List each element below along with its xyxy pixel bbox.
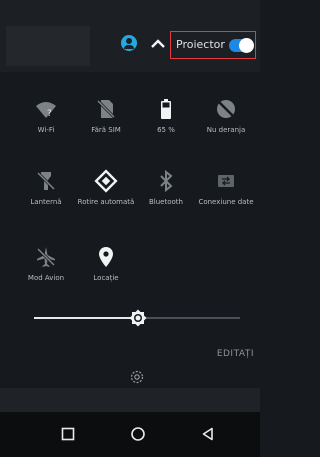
home-circle-icon[interactable]	[130, 426, 146, 442]
projector-toggle[interactable]	[229, 38, 254, 53]
tile-do-not-disturb[interactable]: Nu deranja	[194, 97, 258, 135]
tile-label: Mod Avion	[27, 274, 65, 282]
bluetooth-icon	[160, 169, 173, 193]
tile-location[interactable]: Locație	[74, 245, 138, 283]
status-header: Proiector	[0, 0, 260, 72]
edit-button[interactable]: EDITAȚI	[217, 349, 254, 359]
tile-auto-rotate[interactable]: Rotire automată	[74, 169, 138, 207]
brightness-icon[interactable]	[128, 308, 148, 328]
auto-rotate-icon	[94, 169, 118, 193]
wifi-icon: ?	[36, 102, 56, 119]
tile-label: Locație	[93, 274, 119, 282]
tile-label: Conexiune date	[198, 198, 254, 206]
tile-bluetooth[interactable]: Bluetooth	[134, 169, 198, 207]
chevron-up-icon[interactable]	[149, 35, 167, 53]
tile-wifi[interactable]: ? Wi-Fi	[14, 97, 78, 135]
svg-text:?: ?	[47, 109, 52, 119]
recents-square-icon[interactable]	[60, 426, 76, 442]
tile-mobile-data[interactable]: Conexiune date	[194, 169, 258, 207]
battery-icon	[161, 99, 171, 119]
do-not-disturb-icon	[217, 100, 235, 118]
airplane-icon	[36, 247, 56, 267]
tile-label: Lanternă	[30, 198, 62, 206]
flashlight-icon	[36, 171, 56, 191]
projector-label: Proiector	[176, 38, 225, 51]
tile-label: Fără SIM	[91, 126, 121, 134]
tile-label: Wi-Fi	[37, 126, 55, 134]
settings-gear-icon[interactable]	[128, 368, 146, 386]
user-avatar-icon[interactable]	[121, 35, 137, 51]
tile-battery[interactable]: 65 %	[134, 97, 198, 135]
blurred-content	[6, 26, 90, 66]
blurred-app-dock	[0, 388, 260, 412]
tile-label: Bluetooth	[149, 198, 183, 206]
no-sim-icon	[96, 99, 116, 119]
projector-highlight: Proiector	[170, 31, 256, 59]
tile-airplane[interactable]: Mod Avion	[14, 245, 78, 283]
tile-flashlight[interactable]: Lanternă	[14, 169, 78, 207]
tile-no-sim[interactable]: Fără SIM	[74, 97, 138, 135]
tile-label: Nu deranja	[206, 126, 246, 134]
location-icon	[99, 247, 113, 267]
navigation-bar	[0, 412, 260, 457]
mobile-data-icon	[218, 175, 234, 187]
toggle-knob	[239, 38, 254, 53]
tile-label: Rotire automată	[77, 198, 135, 206]
brightness-fill	[34, 317, 137, 319]
tile-label: 65 %	[157, 126, 175, 134]
back-triangle-icon[interactable]	[200, 426, 216, 442]
